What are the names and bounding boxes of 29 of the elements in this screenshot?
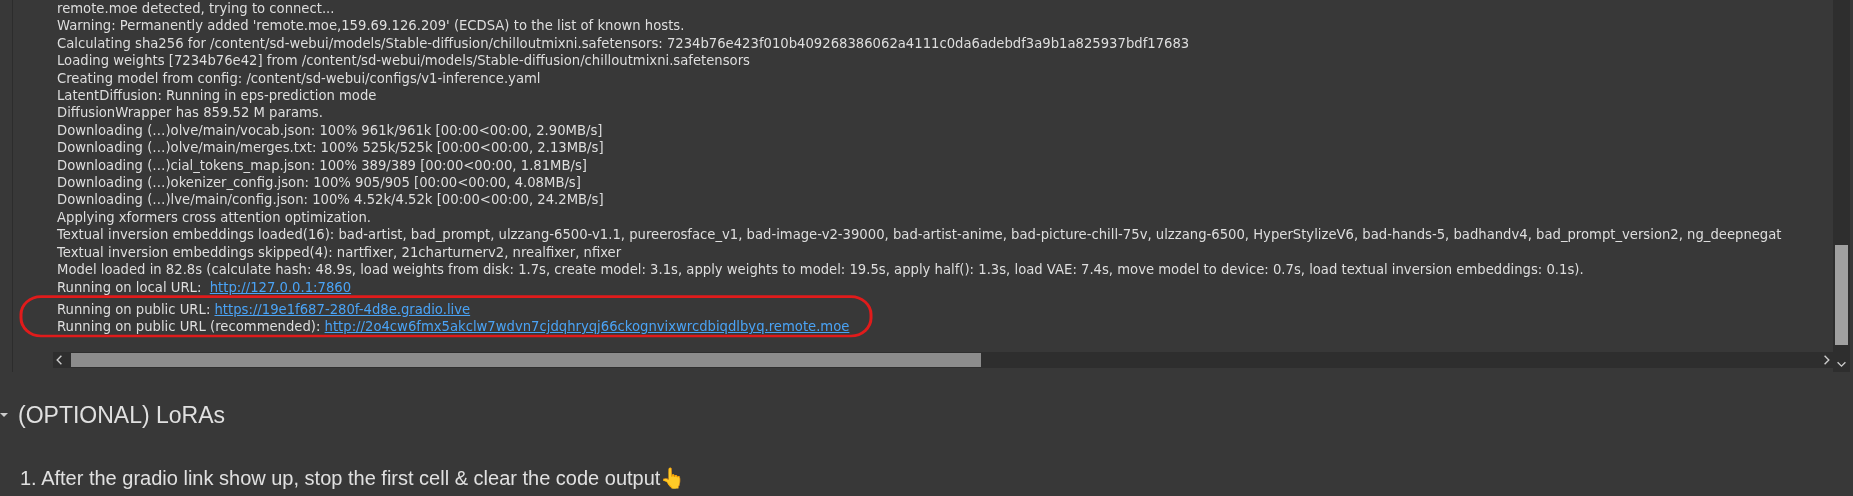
section-title: (OPTIONAL) LoRAs — [18, 401, 226, 429]
log-line: remote.moe detected, trying to connect... — [57, 0, 335, 18]
url-link[interactable]: http://2o4cw6fmx5akclw7wdvn7cjdqhryqj66ckognvixwrcdbiqdlbyq.remote.moe — [324, 319, 850, 335]
log-line: Creating model from config: /content/sd-webui/configs/v1-inference.yaml — [57, 69, 541, 88]
scrollbar-thumb[interactable] — [71, 353, 981, 367]
log-line: Applying xformers cross attention optimization. — [57, 208, 371, 227]
scrollbar-thumb[interactable] — [1835, 245, 1848, 345]
url-link[interactable]: https://19e1f687-280f-4d8e.gradio.live — [214, 301, 471, 317]
log-line: LatentDiffusion: Running in eps-prediction mode — [57, 87, 377, 105]
log-line: Running on public URL (recommended): http://2o4cw6fmx5akclw7wdvn7cjdqhryqj66ckognvixwrcdbiqdlbyq.remote.moe — [57, 318, 850, 336]
instruction-text: 1. After the gradio link show up, stop the first cell & clear the code output👆 — [20, 466, 687, 490]
vertical-scrollbar[interactable] — [1833, 0, 1850, 372]
log-line: Running on public URL: https://19e1f687-280f-4d8e.gradio.live — [57, 300, 471, 319]
log-line: Downloading (…)okenizer_config.json: 100% 905/905 [00:00<00:00, 4.08MB/s] — [57, 174, 581, 192]
log-line: Running on local URL: http://127.0.0.1:7860 — [57, 278, 352, 296]
log-line: Downloading (…)olve/main/merges.txt: 100% 525k/525k [00:00<00:00, 2.13MB/s] — [57, 139, 604, 157]
log-line: Textual inversion embeddings skipped(4): nartfixer, 21charturnerv2, nrealfixer, nfixer — [57, 243, 622, 262]
log-line: Textual inversion embeddings loaded(16): bad-artist, bad_prompt, ulzzang-6500-v1.1, pureerosface_v1, bad-image-v2-39000, bad-artist-anime, bad-picture-chill-75v, ulzzang-6500, HyperStylizeV6, bad-hands-5, badhandv4, bad_prompt_version2, ng_deepnegat — [57, 226, 1782, 244]
url-link[interactable]: http://127.0.0.1:7860 — [209, 279, 352, 295]
log-line: Downloading (…)cial_tokens_map.json: 100% 389/389 [00:00<00:00, 1.81MB/s] — [57, 156, 587, 175]
log-line: Loading weights [7234b76e42] from /content/sd-webui/models/Stable-diffusion/chilloutmixni.safetensors — [57, 52, 750, 70]
log-line: Downloading (…)olve/main/vocab.json: 100% 961k/961k [00:00<00:00, 2.90MB/s] — [57, 121, 603, 140]
log-line: Downloading (…)lve/main/config.json: 100% 4.52k/4.52k [00:00<00:00, 24.2MB/s] — [57, 191, 604, 209]
log-line: Warning: Permanently added 'remote.moe,159.69.126.209' (ECDSA) to the list of known hosts. — [57, 17, 685, 35]
log-line: Model loaded in 82.8s (calculate hash: 48.9s, load weights from disk: 1.7s, create model: 3.1s, apply weights to model: 19.5s, apply half(): 1.3s, load VAE: 7.4s, move model to device: 0.7s, load textual inversion embeddings: 0.1s). — [57, 261, 1584, 279]
caret-icon[interactable] — [0, 410, 9, 420]
horizontal-scrollbar[interactable] — [53, 352, 1833, 368]
log-line: Calculating sha256 for /content/sd-webui/models/Stable-diffusion/chilloutmixni.safetensors: 7234b76e423f010b409268386062a4111c0da6adebdf3a9b1a825937bdf17683 — [57, 34, 1190, 53]
log-line: DiffusionWrapper has 859.52 M params. — [57, 104, 323, 122]
